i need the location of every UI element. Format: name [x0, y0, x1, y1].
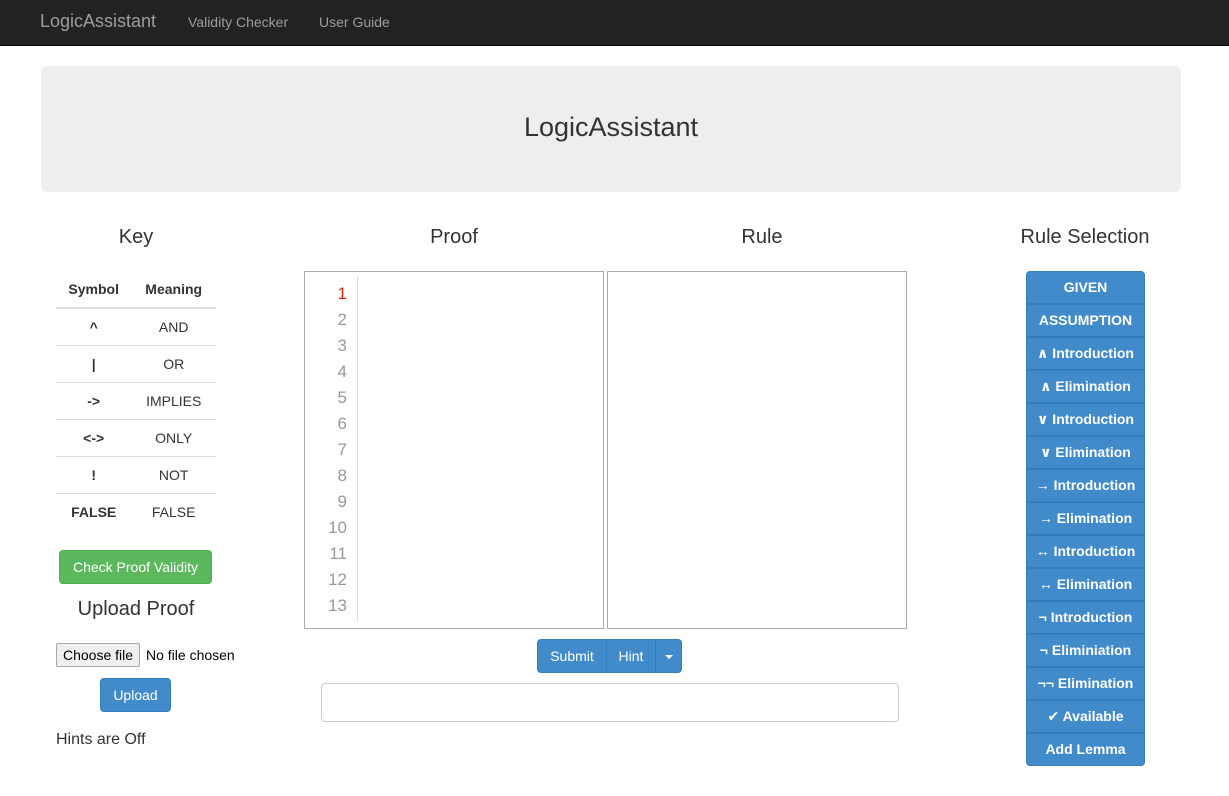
proof-editor[interactable]: 1 2 3 4 5 6 7 8 9 10 11 12 13: [304, 271, 604, 629]
key-symbol: |: [56, 344, 132, 382]
table-row: -> IMPLIES: [56, 381, 216, 419]
gutter-divider: [357, 276, 358, 622]
key-symbol: <->: [56, 418, 132, 456]
key-meaning: OR: [131, 344, 216, 382]
line-number: 7: [337, 440, 347, 459]
rule-double-not-elimination-button[interactable]: ¬¬ Elimination: [1026, 667, 1145, 700]
page-title: LogicAssistant: [523, 112, 699, 142]
key-meaning: FALSE: [131, 492, 216, 530]
feedback-box: [321, 683, 899, 722]
rule-not-elimination-button[interactable]: ¬ Eliminiation: [1026, 634, 1145, 667]
line-number: 10: [328, 518, 347, 537]
rule-iff-elimination-button[interactable]: ↔ Elimination: [1026, 568, 1145, 601]
hint-button[interactable]: Hint: [606, 639, 656, 673]
table-row: <-> ONLY: [56, 418, 216, 456]
add-lemma-button[interactable]: Add Lemma: [1026, 733, 1145, 766]
line-number: 3: [337, 336, 347, 355]
key-symbol: FALSE: [56, 492, 132, 530]
jumbotron: LogicAssistant: [41, 66, 1181, 192]
hints-status: Hints are Off: [56, 731, 146, 748]
rule-title: Rule: [741, 226, 783, 248]
table-row: FALSE FALSE: [56, 492, 216, 530]
rule-selection-title: Rule Selection: [1020, 226, 1150, 248]
key-meaning: NOT: [131, 455, 216, 493]
key-meaning: AND: [131, 307, 216, 345]
key-symbol: ^: [56, 307, 132, 345]
rule-iff-introduction-button[interactable]: ↔ Introduction: [1026, 535, 1145, 568]
line-number: 8: [337, 466, 347, 485]
navbar-brand[interactable]: LogicAssistant: [40, 11, 156, 32]
upload-button[interactable]: Upload: [100, 678, 171, 712]
line-number: 11: [329, 544, 347, 563]
key-meaning: ONLY: [131, 418, 216, 456]
caret-down-icon: [664, 655, 673, 660]
key-header-meaning: Meaning: [131, 271, 216, 309]
key-table-header: Symbol Meaning: [56, 271, 216, 309]
line-number: 5: [337, 388, 347, 407]
rule-and-elimination-button[interactable]: ∧ Elimination: [1026, 370, 1145, 403]
rule-given-button[interactable]: GIVEN: [1026, 271, 1145, 304]
key-table: Symbol Meaning ^ AND | OR -> IMPLIES <->…: [56, 271, 216, 530]
proof-title: Proof: [430, 226, 478, 248]
rule-implies-elimination-button[interactable]: → Elimination: [1026, 502, 1145, 535]
rule-assumption-button[interactable]: ASSUMPTION: [1026, 304, 1145, 337]
line-number: 13: [328, 596, 347, 615]
choose-file-button[interactable]: Choose file: [56, 643, 141, 667]
nav-link-validity-checker[interactable]: Validity Checker: [188, 14, 288, 30]
check-proof-validity-button[interactable]: Check Proof Validity: [59, 550, 212, 584]
hint-dropdown-toggle[interactable]: [655, 639, 682, 673]
rule-not-introduction-button[interactable]: ¬ Introduction: [1026, 601, 1145, 634]
rule-available-button[interactable]: ✔ Available: [1026, 700, 1145, 733]
line-number: 12: [328, 570, 347, 589]
rule-editor[interactable]: [607, 271, 907, 629]
key-title: Key: [118, 226, 154, 248]
file-status-text: No file chosen: [146, 647, 235, 663]
table-row: ! NOT: [56, 455, 216, 493]
submit-button[interactable]: Submit: [537, 639, 607, 673]
upload-proof-title: Upload Proof: [77, 598, 195, 620]
key-symbol: ->: [56, 381, 132, 419]
rule-and-introduction-button[interactable]: ∧ Introduction: [1026, 337, 1145, 370]
line-number: 2: [337, 310, 347, 329]
line-number: 1: [337, 284, 347, 303]
rule-or-elimination-button[interactable]: ∨ Elimination: [1026, 436, 1145, 469]
table-row: ^ AND: [56, 307, 216, 345]
key-meaning: IMPLIES: [131, 381, 216, 419]
navbar: LogicAssistant Validity Checker User Gui…: [0, 0, 1229, 46]
rule-or-introduction-button[interactable]: ∨ Introduction: [1026, 403, 1145, 436]
line-number-gutter: 1 2 3 4 5 6 7 8 9 10 11 12 13: [305, 272, 358, 628]
rule-implies-introduction-button[interactable]: → Introduction: [1026, 469, 1145, 502]
line-number: 4: [337, 362, 347, 381]
line-number: 6: [337, 414, 347, 433]
nav-link-user-guide[interactable]: User Guide: [319, 14, 390, 30]
key-header-symbol: Symbol: [56, 271, 132, 309]
line-number: 9: [337, 492, 347, 511]
key-symbol: !: [56, 455, 132, 493]
table-row: | OR: [56, 344, 216, 382]
